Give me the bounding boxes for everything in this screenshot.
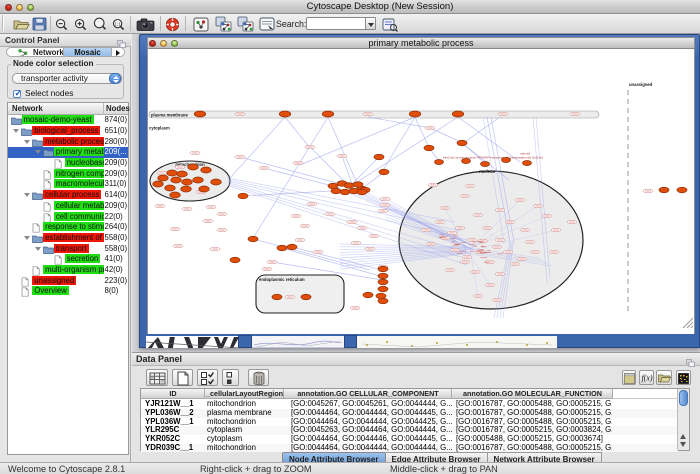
svg-text:nucleus: nucleus <box>479 169 495 174</box>
svg-text:cytoplasm: cytoplasm <box>149 125 170 130</box>
svg-text:plasma membrane: plasma membrane <box>151 112 188 117</box>
svg-text:unassigned: unassigned <box>629 82 653 87</box>
svg-text:mito-dd: mito-dd <box>520 151 530 155</box>
svg-text:endoplasmic reticulum: endoplasmic reticulum <box>259 277 305 282</box>
svg-text:Mrs2-dd mt-translocation ATP/A: Mrs2-dd mt-translocation ATP/ADP-translo… <box>443 155 543 159</box>
svg-text:1:1: 1:1 <box>115 21 122 26</box>
svg-text:f(x): f(x) <box>641 374 652 383</box>
